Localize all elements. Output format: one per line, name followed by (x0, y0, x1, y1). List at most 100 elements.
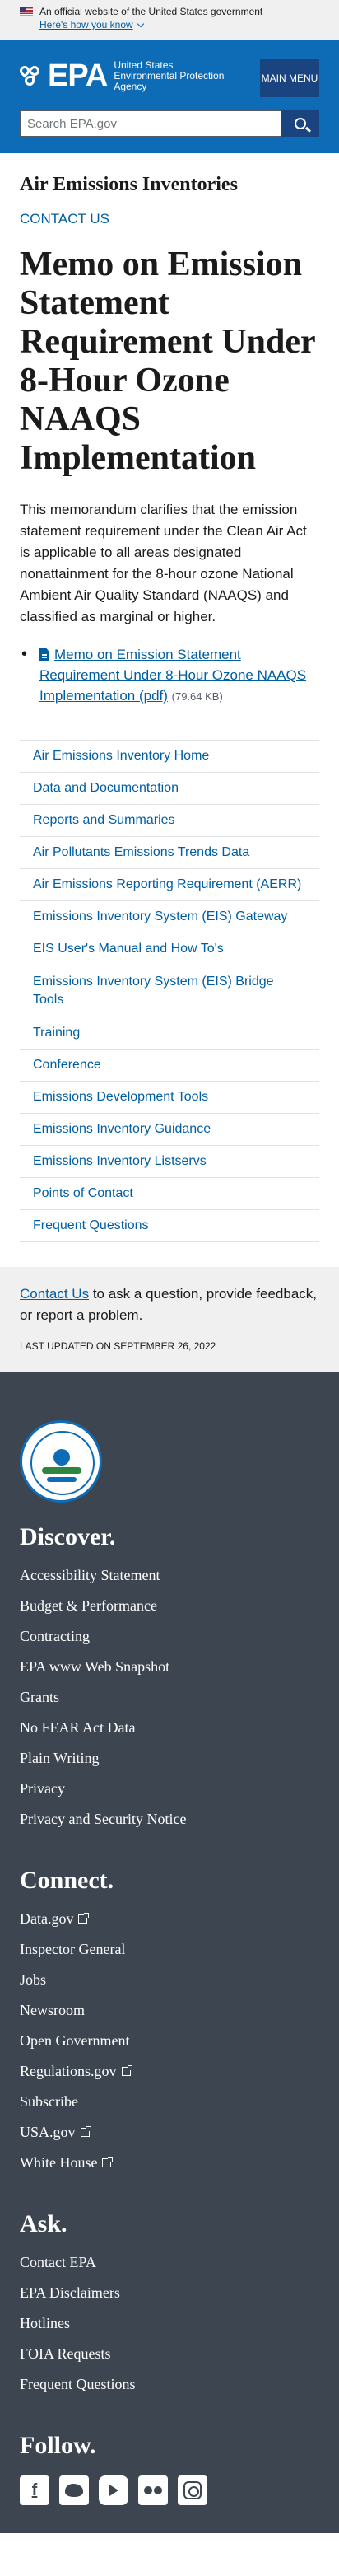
subscribe-link[interactable]: Subscribe (20, 2093, 78, 2110)
usa-gov-link[interactable]: USA.gov (20, 2124, 91, 2140)
data-gov-label: Data.gov (20, 1910, 74, 1927)
footer-item: Open Government (20, 2026, 319, 2056)
discover-list: Accessibility Statement Budget & Perform… (20, 1560, 319, 1835)
search-input[interactable] (20, 110, 281, 137)
white-house-label: White House (20, 2154, 98, 2171)
nav-item-trends-data[interactable]: Air Pollutants Emissions Trends Data (20, 837, 319, 869)
flickr-icon[interactable] (138, 2475, 168, 2505)
twitter-bird-shape (65, 2484, 83, 2497)
footer-item: Hotlines (20, 2308, 319, 2339)
nav-item-guidance[interactable]: Emissions Inventory Guidance (20, 1114, 319, 1146)
footer-item: Plain Writing (20, 1743, 319, 1774)
footer-item: Contact EPA (20, 2247, 319, 2278)
nav-item-reports-summaries[interactable]: Reports and Summaries (20, 805, 319, 837)
main-content: Air Emissions Inventories CONTACT US Mem… (0, 153, 339, 1242)
inspector-general-link[interactable]: Inspector General (20, 1941, 125, 1957)
chevron-down-icon (137, 20, 144, 27)
data-gov-link[interactable]: Data.gov (20, 1910, 90, 1927)
external-link-icon (78, 1913, 90, 1924)
nav-item-inventory-home[interactable]: Air Emissions Inventory Home (20, 741, 319, 773)
agency-name: United States Environmental Protection A… (114, 58, 225, 92)
nav-item-points-of-contact[interactable]: Points of Contact (20, 1178, 319, 1210)
external-link-icon (121, 2065, 132, 2076)
newsroom-link[interactable]: Newsroom (20, 2002, 85, 2018)
nav-item-data-documentation[interactable]: Data and Documentation (20, 773, 319, 805)
nav-item-eis-manual[interactable]: EIS User's Manual and How To's (20, 933, 319, 965)
contracting-link[interactable]: Contracting (20, 1628, 90, 1644)
no-fear-link[interactable]: No FEAR Act Data (20, 1719, 135, 1736)
instagram-icon[interactable] (178, 2475, 207, 2505)
footer-item: Privacy (20, 1774, 319, 1804)
external-link-icon (102, 2157, 114, 2167)
grants-link[interactable]: Grants (20, 1689, 59, 1705)
nav-item-conference[interactable]: Conference (20, 1050, 319, 1082)
external-link-icon (80, 2126, 91, 2137)
footer-item: Regulations.gov (20, 2056, 319, 2087)
us-flag-icon (20, 7, 33, 16)
privacy-link[interactable]: Privacy (20, 1780, 65, 1797)
open-government-link[interactable]: Open Government (20, 2032, 129, 2049)
jobs-link[interactable]: Jobs (20, 1971, 46, 1988)
hotlines-link[interactable]: Hotlines (20, 2315, 70, 2331)
twitter-icon[interactable] (59, 2475, 89, 2505)
footer-item: Data.gov (20, 1904, 319, 1934)
last-updated: LAST UPDATED ON SEPTEMBER 26, 2022 (20, 1340, 216, 1352)
contact-us-header-link[interactable]: CONTACT US (20, 209, 319, 229)
epa-wordmark: EPA (48, 58, 108, 93)
epa-flower-icon (17, 63, 43, 87)
nav-item-aerr[interactable]: Air Emissions Reporting Requirement (AER… (20, 869, 319, 901)
disclaimers-link[interactable]: EPA Disclaimers (20, 2284, 120, 2301)
white-house-link[interactable]: White House (20, 2154, 114, 2171)
nav-item-frequent-questions[interactable]: Frequent Questions (20, 1210, 319, 1242)
footer-item: White House (20, 2148, 319, 2178)
connect-heading: Connect. (20, 1867, 114, 1894)
document-item: • Memo on Emission Statement Requirement… (20, 644, 319, 707)
main-menu-button[interactable]: MAIN MENU (260, 59, 319, 97)
contact-us-link[interactable]: Contact Us (20, 1286, 89, 1302)
regulations-gov-link[interactable]: Regulations.gov (20, 2063, 132, 2079)
ask-heading: Ask. (20, 2210, 67, 2237)
series-title: Air Emissions Inventories (20, 174, 238, 195)
heres-how-you-know-link[interactable]: Here's how you know (39, 18, 144, 32)
youtube-icon[interactable] (99, 2475, 128, 2505)
web-snapshot-link[interactable]: EPA www Web Snapshot (20, 1658, 170, 1675)
nav-item-training[interactable]: Training (20, 1017, 319, 1050)
footer-item: EPA www Web Snapshot (20, 1652, 319, 1682)
footer-item: USA.gov (20, 2117, 319, 2148)
flickr-dots-shape (144, 2486, 162, 2494)
play-triangle-shape (109, 2485, 118, 2496)
footer-item: Budget & Performance (20, 1591, 319, 1621)
usa-gov-label: USA.gov (20, 2124, 76, 2140)
foia-link[interactable]: FOIA Requests (20, 2345, 111, 2362)
nav-item-development-tools[interactable]: Emissions Development Tools (20, 1082, 319, 1114)
search-button[interactable] (281, 110, 319, 137)
site-footer: Discover. Accessibility Statement Budget… (0, 1372, 339, 2533)
pdf-file-icon (39, 648, 49, 661)
budget-link[interactable]: Budget & Performance (20, 1597, 157, 1614)
file-size: (79.64 KB) (171, 690, 223, 703)
regulations-gov-label: Regulations.gov (20, 2063, 117, 2079)
facebook-icon[interactable]: f (20, 2475, 49, 2505)
contact-epa-link[interactable]: Contact EPA (20, 2254, 96, 2270)
search-form (20, 110, 319, 137)
plain-writing-link[interactable]: Plain Writing (20, 1750, 99, 1766)
contact-text: Contact Us to ask a question, provide fe… (20, 1283, 319, 1326)
nav-item-listservs[interactable]: Emissions Inventory Listservs (20, 1146, 319, 1178)
nav-item-eis-gateway[interactable]: Emissions Inventory System (EIS) Gateway (20, 901, 319, 933)
official-banner: An official website of the United States… (0, 0, 339, 40)
contact-box: Contact Us to ask a question, provide fe… (0, 1267, 339, 1372)
footer-item: Jobs (20, 1965, 319, 1995)
accessibility-link[interactable]: Accessibility Statement (20, 1567, 160, 1583)
discover-heading: Discover. (20, 1523, 116, 1550)
official-banner-text: An official website of the United States… (39, 6, 263, 17)
epa-logo: EPA (17, 58, 108, 93)
site-header: EPA United States Environmental Protecti… (0, 40, 339, 153)
follow-heading: Follow. (20, 2432, 96, 2459)
footer-frequent-questions-link[interactable]: Frequent Questions (20, 2376, 135, 2392)
footer-item: Accessibility Statement (20, 1560, 319, 1591)
footer-item: Grants (20, 1682, 319, 1713)
page-title: Memo on Emission Statement Requirement U… (20, 245, 315, 477)
footer-item: No FEAR Act Data (20, 1713, 319, 1743)
nav-item-eis-bridge-tools[interactable]: Emissions Inventory System (EIS) Bridge … (20, 965, 319, 1017)
privacy-security-link[interactable]: Privacy and Security Notice (20, 1811, 186, 1827)
